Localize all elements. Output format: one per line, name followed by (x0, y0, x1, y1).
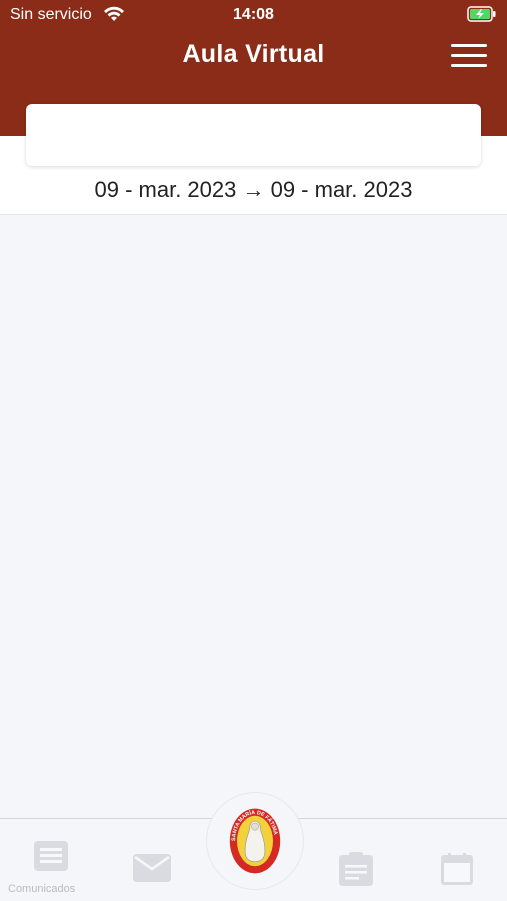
status-time: 14:08 (233, 6, 274, 23)
page-title: Aula Virtual (182, 40, 325, 68)
nav-label-comunicados: Comunicados (8, 883, 76, 895)
date-range-label[interactable]: 09 - mar. 2023 → 09 - mar. 2023 (0, 177, 507, 203)
search-card[interactable] (26, 104, 481, 166)
mail-icon[interactable] (133, 854, 171, 882)
hamburger-menu-icon[interactable] (451, 44, 487, 70)
school-logo-button[interactable]: SANTA MARÍA DE FÁTIMA (206, 792, 304, 890)
list-icon[interactable] (34, 841, 68, 871)
battery-charging-icon (467, 6, 496, 22)
status-bar: Sin servicio 14:08 (0, 0, 507, 30)
clipboard-icon[interactable] (339, 852, 373, 886)
calendar-icon[interactable] (441, 853, 473, 885)
school-logo: SANTA MARÍA DE FÁTIMA (229, 809, 281, 874)
content-area (0, 215, 507, 818)
